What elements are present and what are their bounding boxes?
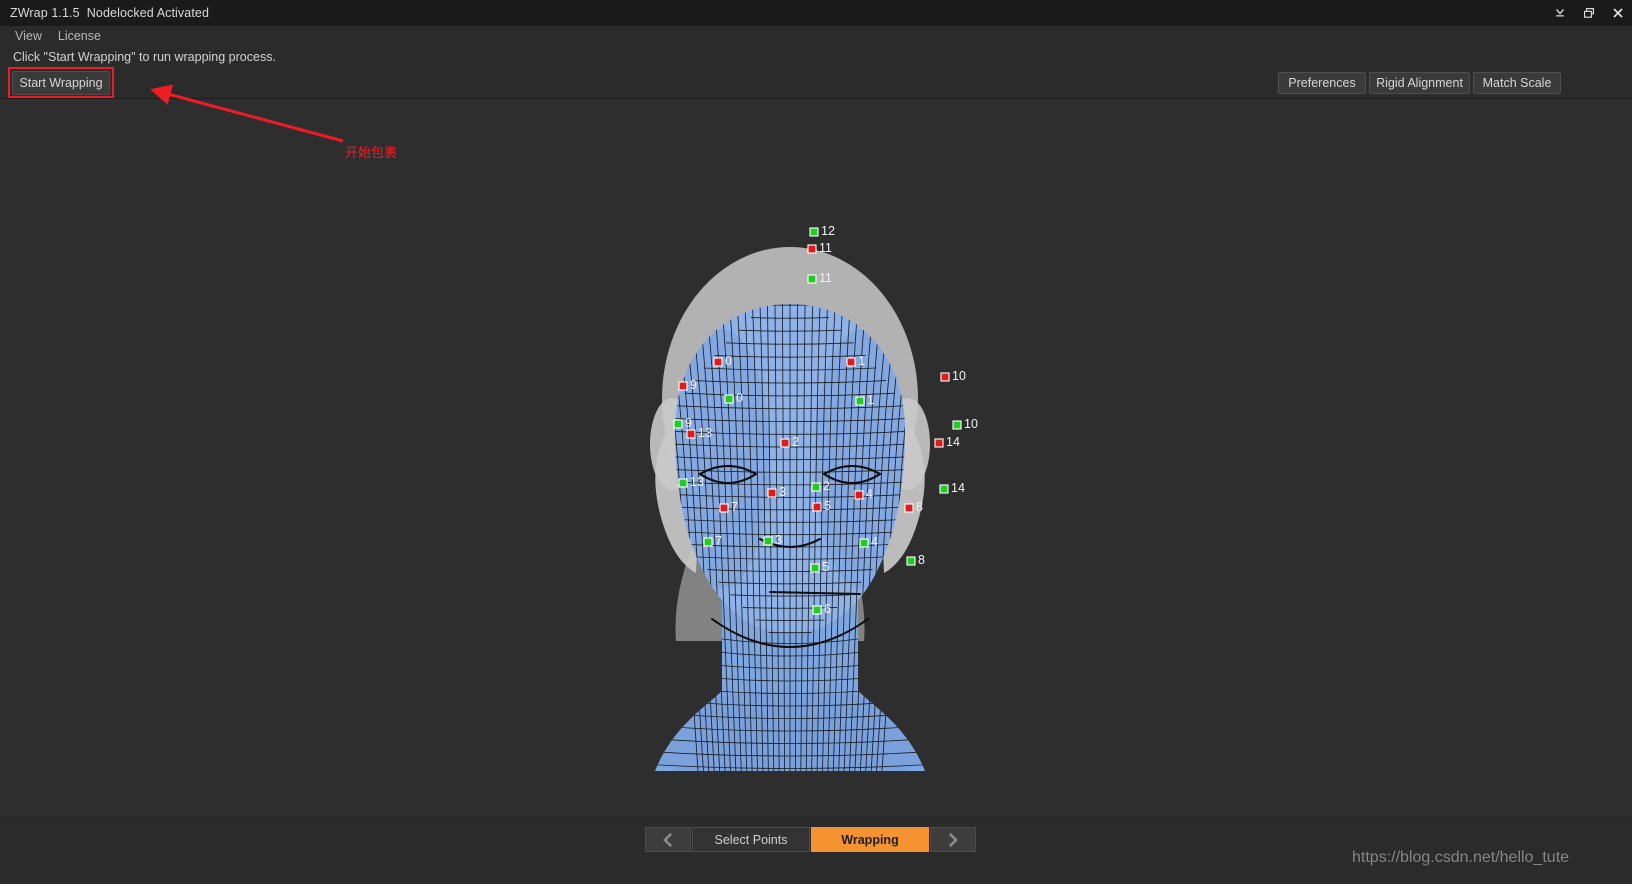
landmark-label-7: 7 bbox=[715, 534, 722, 548]
landmark-label-14: 14 bbox=[951, 481, 965, 495]
landmark-label-9: 9 bbox=[690, 378, 697, 392]
toolbar: Start Wrapping Preferences Rigid Alignme… bbox=[0, 67, 1632, 99]
landmark-label-2: 2 bbox=[792, 435, 799, 449]
landmark-target-4[interactable] bbox=[859, 538, 869, 548]
instruction-bar: Click "Start Wrapping" to run wrapping p… bbox=[0, 47, 1632, 67]
landmark-target-14[interactable] bbox=[939, 484, 949, 494]
landmark-target-0[interactable] bbox=[724, 394, 734, 404]
landmark-target-13[interactable] bbox=[678, 478, 688, 488]
landmark-source-10[interactable] bbox=[940, 372, 950, 382]
landmark-label-10: 10 bbox=[964, 417, 978, 431]
landmark-target-11[interactable] bbox=[807, 274, 817, 284]
menu-bar: View License bbox=[0, 26, 1632, 47]
application-window: ZWrap 1.1.5 Nodelocked Activated View Li… bbox=[0, 0, 1632, 884]
watermark: https://blog.csdn.net/hello_tute bbox=[1352, 849, 1570, 866]
landmark-source-0[interactable] bbox=[713, 357, 723, 367]
landmark-label-13: 13 bbox=[698, 426, 712, 440]
landmark-label-13: 13 bbox=[690, 475, 704, 489]
landmark-label-4: 4 bbox=[871, 535, 878, 549]
landmark-source-9[interactable] bbox=[678, 381, 688, 391]
landmark-label-7: 7 bbox=[731, 500, 738, 514]
landmark-label-0: 0 bbox=[725, 354, 732, 368]
window-controls bbox=[1545, 0, 1632, 26]
restore-icon[interactable] bbox=[1574, 0, 1603, 26]
landmark-label-1: 1 bbox=[858, 354, 865, 368]
landmark-target-6[interactable] bbox=[812, 605, 822, 615]
landmark-label-9: 9 bbox=[685, 416, 692, 430]
landmark-label-4: 4 bbox=[866, 487, 873, 501]
landmark-target-5[interactable] bbox=[810, 563, 820, 573]
landmark-label-11: 11 bbox=[819, 271, 832, 285]
prev-arrow-icon bbox=[663, 832, 672, 847]
instruction-text: Click "Start Wrapping" to run wrapping p… bbox=[13, 50, 276, 64]
landmark-target-9[interactable] bbox=[673, 419, 683, 429]
next-step-button[interactable] bbox=[930, 827, 976, 852]
title-bar: ZWrap 1.1.5 Nodelocked Activated bbox=[0, 0, 1632, 26]
landmark-source-11[interactable] bbox=[807, 244, 817, 254]
landmark-label-1: 1 bbox=[867, 393, 874, 407]
landmark-label-8: 8 bbox=[916, 500, 923, 514]
landmark-source-5[interactable] bbox=[812, 502, 822, 512]
menu-item-view[interactable]: View bbox=[7, 27, 50, 46]
match-scale-button[interactable]: Match Scale bbox=[1473, 72, 1561, 94]
step-select-points[interactable]: Select Points bbox=[692, 827, 810, 852]
landmark-label-3: 3 bbox=[779, 485, 786, 499]
window-title: ZWrap 1.1.5 Nodelocked Activated bbox=[10, 6, 210, 20]
landmark-source-2[interactable] bbox=[780, 438, 790, 448]
landmark-target-2[interactable] bbox=[811, 482, 821, 492]
landmark-source-7[interactable] bbox=[719, 503, 729, 513]
landmark-target-8[interactable] bbox=[906, 556, 916, 566]
landmark-label-11: 11 bbox=[819, 241, 832, 255]
start-wrapping-button[interactable]: Start Wrapping bbox=[12, 71, 110, 95]
landmark-source-13[interactable] bbox=[686, 429, 696, 439]
landmark-target-7[interactable] bbox=[703, 537, 713, 547]
landmark-label-14: 14 bbox=[946, 435, 960, 449]
head-mesh-render: 0011223344556778899101011111213131414 bbox=[650, 224, 978, 771]
minimize-icon[interactable] bbox=[1545, 0, 1574, 26]
viewport-3d[interactable]: 0 0 1 1 2 2 3 3 4 4 5 5 6 7 7 8 8 9 9 10 10 11 11 12 13 13 14 14 bbox=[0, 99, 1632, 817]
rigid-alignment-button[interactable]: Rigid Alignment bbox=[1369, 72, 1470, 94]
preferences-button[interactable]: Preferences bbox=[1278, 72, 1366, 94]
prev-step-button[interactable] bbox=[645, 827, 691, 852]
landmark-source-3[interactable] bbox=[767, 488, 777, 498]
landmark-label-3: 3 bbox=[775, 533, 782, 547]
landmark-label-6: 6 bbox=[824, 602, 831, 616]
landmark-target-3[interactable] bbox=[763, 536, 773, 546]
landmark-label-2: 2 bbox=[823, 479, 830, 493]
landmark-label-12: 12 bbox=[821, 224, 835, 238]
step-wrapping[interactable]: Wrapping bbox=[811, 827, 929, 852]
next-arrow-icon bbox=[949, 832, 958, 847]
landmark-target-12[interactable] bbox=[809, 227, 819, 237]
landmark-label-8: 8 bbox=[918, 553, 925, 567]
landmark-source-8[interactable] bbox=[904, 503, 914, 513]
menu-item-license[interactable]: License bbox=[50, 27, 109, 46]
landmark-target-1[interactable] bbox=[855, 396, 865, 406]
landmark-target-10[interactable] bbox=[952, 420, 962, 430]
close-icon[interactable] bbox=[1603, 0, 1632, 26]
landmark-source-4[interactable] bbox=[854, 490, 864, 500]
landmark-source-1[interactable] bbox=[846, 357, 856, 367]
step-navigation: Select Points Wrapping bbox=[645, 827, 977, 852]
landmark-label-5: 5 bbox=[822, 560, 829, 574]
landmark-label-0: 0 bbox=[736, 391, 743, 405]
landmark-label-10: 10 bbox=[952, 369, 966, 383]
landmark-source-14[interactable] bbox=[934, 438, 944, 448]
landmark-label-5: 5 bbox=[824, 499, 831, 513]
